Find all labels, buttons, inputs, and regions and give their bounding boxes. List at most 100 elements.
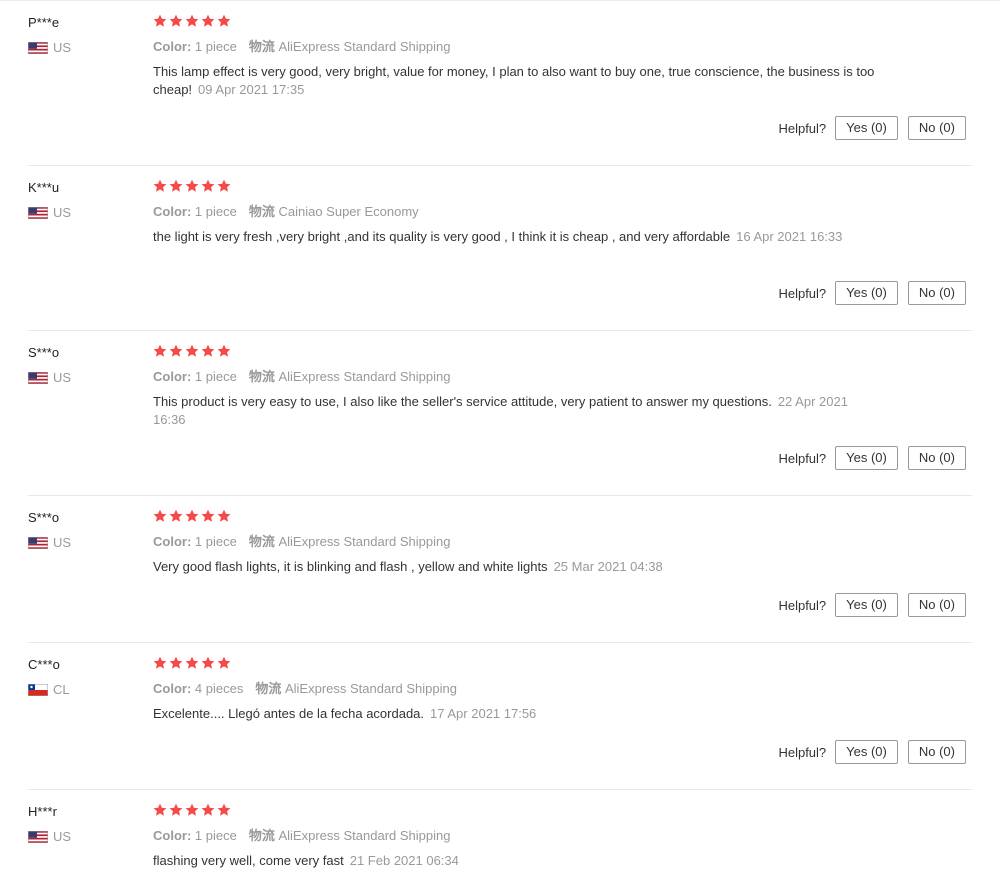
review-date: 17 Apr 2021 17:56 (430, 706, 537, 721)
color-key: Color: (153, 534, 192, 549)
rating-stars (153, 509, 233, 523)
review-meta: Color: 4 pieces 物流 AliExpress Standard Sh… (153, 680, 457, 698)
helpful-yes-button[interactable]: Yes (0) (835, 281, 898, 305)
review-date: 21 Feb 2021 06:34 (349, 853, 459, 868)
star-icon (185, 803, 199, 816)
review-divider (28, 789, 972, 790)
color-value: 4 pieces (194, 681, 244, 696)
color-value: 1 piece (194, 534, 237, 549)
review-body: Very good flash lights, it is blinking a… (153, 559, 548, 574)
color-value: 1 piece (194, 369, 237, 384)
star-icon (217, 509, 231, 522)
reviewer-name: C***o (28, 657, 60, 672)
star-icon (169, 656, 183, 669)
star-icon (185, 14, 199, 27)
review-text: flashing very well, come very fast 21 Feb… (153, 852, 878, 870)
review-meta: Color: 1 piece 物流 AliExpress Standard Shi… (153, 38, 450, 56)
shipping-value: Cainiao Super Economy (278, 204, 419, 219)
rating-stars (153, 179, 233, 193)
color-value: 1 piece (194, 204, 237, 219)
review-date: 09 Apr 2021 17:35 (198, 82, 305, 97)
review-text: the light is very fresh ,very bright ,an… (153, 228, 878, 246)
review-divider (28, 330, 972, 331)
shipping-key: 物流 (248, 534, 275, 549)
star-icon (153, 803, 167, 816)
star-icon (169, 803, 183, 816)
helpful-no-button[interactable]: No (0) (907, 593, 966, 617)
star-icon (201, 14, 215, 27)
star-icon (153, 656, 167, 669)
us-flag-icon (28, 42, 53, 54)
helpful-bar: Helpful? Yes (0) No (0) (778, 116, 966, 140)
shipping-key: 物流 (248, 828, 275, 843)
helpful-no-button[interactable]: No (0) (907, 281, 966, 305)
rating-stars (153, 656, 233, 670)
review-body: the light is very fresh ,very bright ,an… (153, 229, 731, 244)
color-key: Color: (153, 681, 192, 696)
country-code: US (53, 370, 72, 385)
rating-stars (153, 344, 233, 358)
star-icon (169, 509, 183, 522)
reviewer-name: K***u (28, 180, 60, 195)
star-icon (153, 344, 167, 357)
color-value: 1 piece (194, 828, 237, 843)
star-icon (169, 14, 183, 27)
reviewer-country: US (28, 370, 71, 386)
reviewer-country: US (28, 40, 71, 56)
star-icon (185, 656, 199, 669)
star-icon (185, 509, 199, 522)
helpful-bar: Helpful? Yes (0) No (0) (778, 281, 966, 305)
review-meta: Color: 1 piece 物流 Cainiao Super Economy (153, 203, 419, 221)
review-text: This lamp effect is very good, very brig… (153, 63, 878, 99)
shipping-key: 物流 (248, 204, 275, 219)
review-divider (28, 165, 972, 166)
reviewer-name: S***o (28, 510, 60, 525)
color-key: Color: (153, 828, 192, 843)
helpful-label: Helpful? (778, 285, 827, 301)
star-icon (217, 803, 231, 816)
star-icon (201, 803, 215, 816)
review-text: This product is very easy to use, I also… (153, 393, 878, 429)
helpful-yes-button[interactable]: Yes (0) (835, 116, 898, 140)
star-icon (185, 179, 199, 192)
reviews-list: P***e US Color: 1 piece 物流 AliExpress Sta… (0, 0, 1000, 885)
star-icon (185, 344, 199, 357)
star-icon (153, 179, 167, 192)
review-body: flashing very well, come very fast (153, 853, 344, 868)
star-icon (217, 179, 231, 192)
helpful-no-button[interactable]: No (0) (907, 740, 966, 764)
helpful-yes-button[interactable]: Yes (0) (835, 446, 898, 470)
us-flag-icon (28, 207, 53, 219)
review-meta: Color: 1 piece 物流 AliExpress Standard Shi… (153, 368, 450, 386)
helpful-yes-button[interactable]: Yes (0) (835, 593, 898, 617)
reviewer-name: P***e (28, 15, 60, 30)
us-flag-icon (28, 537, 53, 549)
review-meta: Color: 1 piece 物流 AliExpress Standard Shi… (153, 533, 450, 551)
helpful-no-button[interactable]: No (0) (907, 116, 966, 140)
country-code: US (53, 829, 72, 844)
star-icon (153, 14, 167, 27)
reviewer-name: H***r (28, 804, 57, 819)
star-icon (201, 509, 215, 522)
helpful-no-button[interactable]: No (0) (907, 446, 966, 470)
cl-flag-icon (28, 684, 53, 696)
review-divider (28, 642, 972, 643)
helpful-bar: Helpful? Yes (0) No (0) (778, 446, 966, 470)
shipping-key: 物流 (248, 369, 275, 384)
helpful-yes-button[interactable]: Yes (0) (835, 740, 898, 764)
reviewer-country: US (28, 205, 71, 221)
review-text: Very good flash lights, it is blinking a… (153, 558, 878, 576)
star-icon (217, 344, 231, 357)
star-icon (201, 179, 215, 192)
reviewer-name: S***o (28, 345, 60, 360)
helpful-label: Helpful? (778, 120, 827, 136)
reviewer-country: US (28, 829, 71, 845)
review-divider (28, 495, 972, 496)
shipping-value: AliExpress Standard Shipping (278, 828, 451, 843)
color-key: Color: (153, 204, 192, 219)
review-date: 16 Apr 2021 16:33 (736, 229, 843, 244)
shipping-value: AliExpress Standard Shipping (278, 369, 451, 384)
country-code: US (53, 205, 72, 220)
us-flag-icon (28, 831, 53, 843)
shipping-key: 物流 (255, 681, 282, 696)
